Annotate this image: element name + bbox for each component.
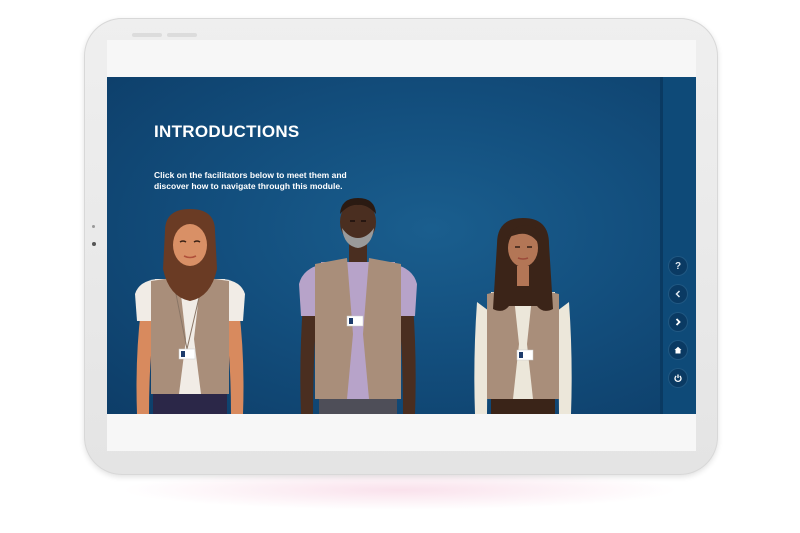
facilitator-long-hair[interactable] <box>471 214 575 414</box>
back-icon <box>675 290 681 298</box>
tablet-sensor <box>92 225 95 228</box>
tablet-shadow <box>120 470 680 510</box>
power-button[interactable] <box>669 369 687 387</box>
instructions-text: Click on the facilitators below to meet … <box>154 170 347 191</box>
help-button[interactable]: ? <box>669 257 687 275</box>
next-icon <box>675 318 681 326</box>
tablet-camera <box>92 242 96 246</box>
module-stage: INTRODUCTIONS Click on the facilitators … <box>107 77 696 414</box>
facilitator-hijab[interactable] <box>131 209 249 414</box>
next-button[interactable] <box>669 313 687 331</box>
facilitator-hijab-illustration <box>135 209 245 414</box>
power-icon <box>674 374 682 382</box>
navigation-rail <box>660 77 696 414</box>
tablet-screen: INTRODUCTIONS Click on the facilitators … <box>107 40 696 451</box>
facilitator-older-man[interactable] <box>297 194 419 414</box>
back-button[interactable] <box>669 285 687 303</box>
page-title: INTRODUCTIONS <box>154 122 300 141</box>
tablet-button <box>167 33 197 37</box>
tablet-button <box>132 33 162 37</box>
home-icon <box>674 346 682 354</box>
facilitator-older-man-illustration <box>299 198 417 414</box>
facilitator-long-hair-illustration <box>474 218 572 414</box>
help-icon: ? <box>674 260 682 272</box>
home-button[interactable] <box>669 341 687 359</box>
